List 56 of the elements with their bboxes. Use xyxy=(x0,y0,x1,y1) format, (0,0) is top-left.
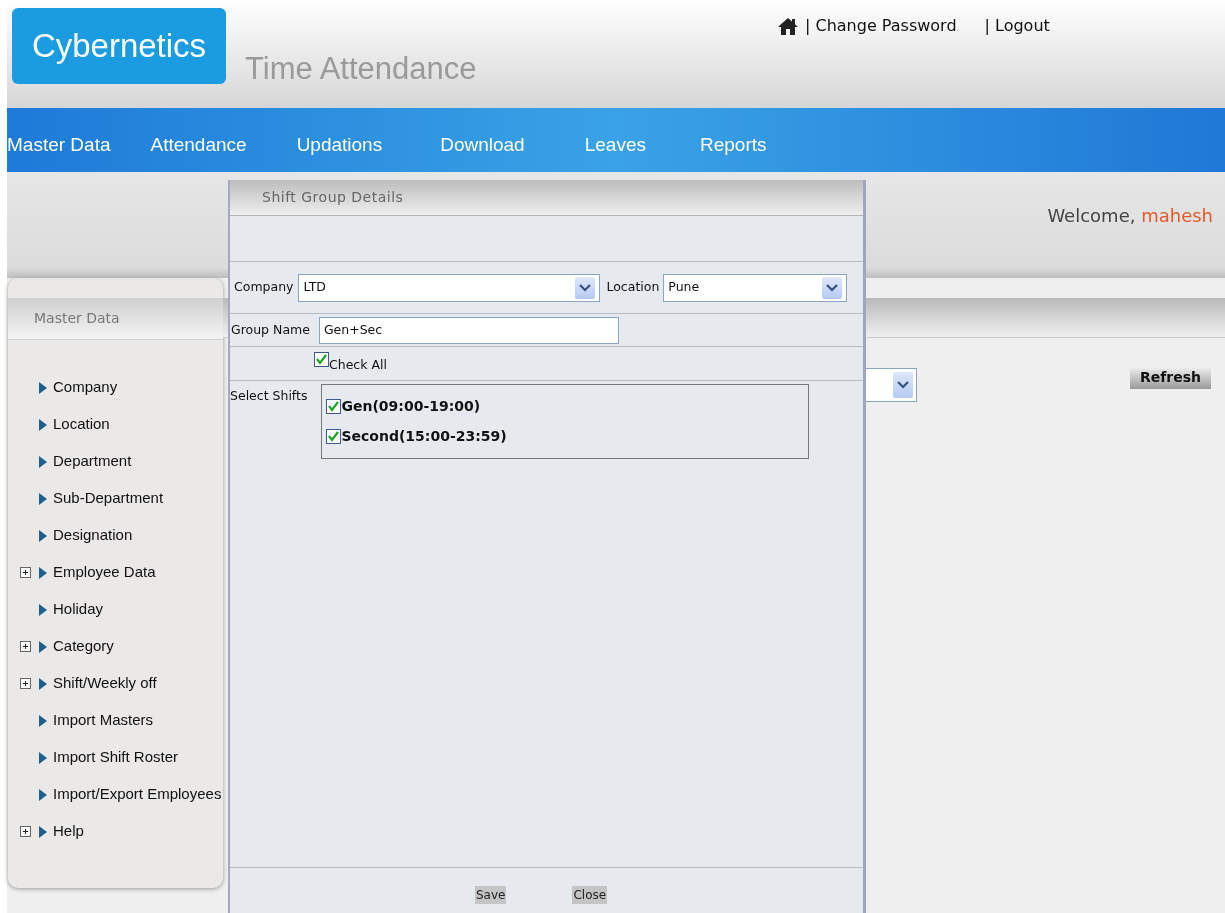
header-link[interactable]: | Logout xyxy=(984,14,1050,38)
triangle-icon xyxy=(39,751,47,764)
checkbox[interactable] xyxy=(326,428,342,444)
input-field[interactable]: Gen+Sec xyxy=(318,316,619,344)
triangle-icon xyxy=(39,603,47,616)
sidebar-item[interactable]: Holiday xyxy=(39,598,104,621)
welcome-text: Welcome, mahesh xyxy=(1047,204,1213,228)
sidebar-item[interactable]: Category xyxy=(39,635,114,658)
sidebar-item[interactable]: Designation xyxy=(39,524,133,547)
select-field[interactable]: LTD xyxy=(298,273,601,302)
sidebar-item[interactable]: Shift/Weekly off xyxy=(39,672,157,695)
dialog-button[interactable]: Save xyxy=(475,886,507,904)
sidebar-item[interactable]: Help xyxy=(39,820,84,843)
field-label: Select Shifts xyxy=(230,387,308,405)
checkbox-label: Gen(09:00-19:00) xyxy=(341,396,481,416)
checkbox-label: Check All xyxy=(329,356,387,375)
triangle-icon xyxy=(39,714,47,727)
sidebar-item[interactable]: Company xyxy=(39,376,118,399)
triangle-icon xyxy=(39,418,47,431)
field-label: Location xyxy=(606,278,660,297)
nav-item[interactable]: Master Data xyxy=(7,130,111,160)
checkbox[interactable] xyxy=(326,398,342,414)
triangle-icon xyxy=(39,640,47,653)
sidebar-item[interactable]: Sub-Department xyxy=(39,487,164,510)
sidebar-title: Master Data xyxy=(8,298,223,340)
dialog-button[interactable]: Close xyxy=(572,886,608,904)
triangle-icon xyxy=(39,492,47,505)
sidebar-item[interactable]: Department xyxy=(39,450,132,473)
expand-icon[interactable] xyxy=(20,826,31,837)
checkbox[interactable] xyxy=(314,352,329,367)
expand-icon[interactable] xyxy=(20,678,31,689)
sidebar-item[interactable]: Employee Data xyxy=(39,561,156,584)
sidebar-item[interactable]: Location xyxy=(39,413,110,436)
home-icon[interactable] xyxy=(777,16,799,36)
sidebar-item[interactable]: Import Masters xyxy=(39,709,154,732)
logo: Cybernetics xyxy=(12,8,226,84)
triangle-icon xyxy=(39,677,47,690)
expand-icon[interactable] xyxy=(20,641,31,652)
triangle-icon xyxy=(39,788,47,801)
triangle-icon xyxy=(39,529,47,542)
app-title: Time Attendance xyxy=(245,50,477,88)
field-label: Group Name xyxy=(231,320,310,339)
triangle-icon xyxy=(39,455,47,468)
triangle-icon xyxy=(39,566,47,579)
field-label: Company xyxy=(234,278,294,297)
select-field[interactable]: Pune xyxy=(663,273,848,302)
refresh-button[interactable]: Refresh xyxy=(1130,366,1212,389)
dialog-title: Shift Group Details xyxy=(230,180,863,216)
nav-item[interactable]: Attendance xyxy=(150,130,247,160)
expand-icon[interactable] xyxy=(20,567,31,578)
triangle-icon xyxy=(39,381,47,394)
sidebar-item[interactable]: Import/Export Employees xyxy=(39,783,222,806)
checkbox-label: Second(15:00-23:59) xyxy=(341,426,507,446)
triangle-icon xyxy=(39,825,47,838)
sidebar-item[interactable]: Import Shift Roster xyxy=(39,746,179,769)
header-link[interactable]: | Change Password xyxy=(805,14,957,38)
